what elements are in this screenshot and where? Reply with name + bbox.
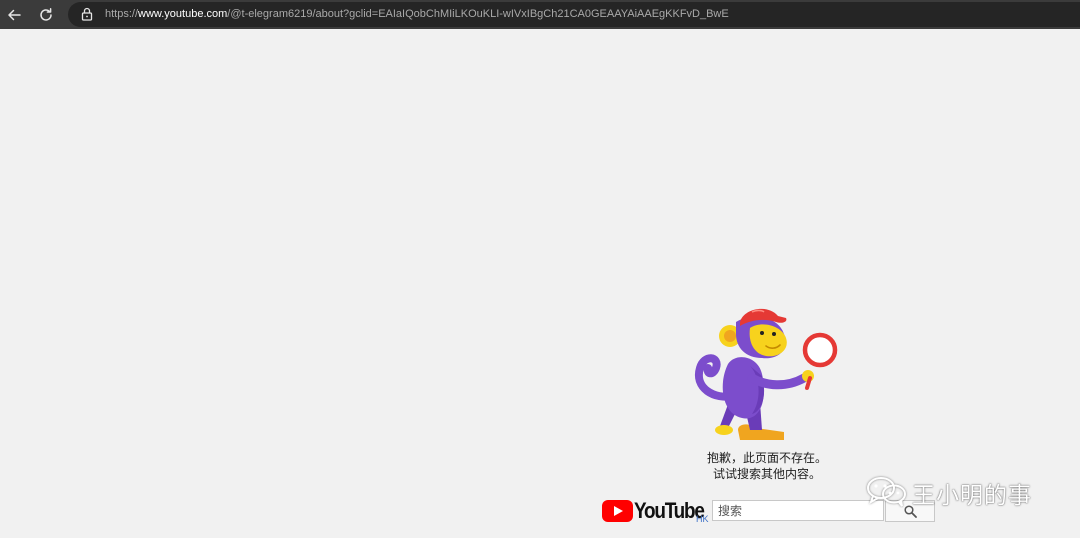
- region-label: HK: [696, 514, 709, 524]
- reload-button[interactable]: [35, 4, 57, 25]
- lock-icon: [81, 7, 93, 21]
- browser-toolbar: https://www.youtube.com/@t-elegram6219/a…: [0, 0, 1080, 29]
- reload-icon: [40, 7, 52, 21]
- address-bar[interactable]: https://www.youtube.com/@t-elegram6219/a…: [68, 2, 1080, 27]
- monkey-magnifier-illustration: [694, 308, 838, 440]
- wechat-icon: [867, 477, 906, 507]
- error-message: 抱歉，此页面不存在。 试试搜索其他内容。: [684, 450, 850, 482]
- url-scheme: https://: [105, 8, 139, 20]
- url-path: /@t-elegram6219/about?gclid=EAIaIQobChMI…: [227, 8, 729, 20]
- error-line-1: 抱歉，此页面不存在。: [706, 451, 827, 465]
- error-line-2: 试试搜索其他内容。: [712, 467, 821, 481]
- url-host: www.youtube.com: [138, 8, 228, 20]
- search-input[interactable]: [712, 500, 884, 521]
- watermark-text: 王小明的事: [912, 483, 1032, 509]
- arrow-left-icon: [8, 9, 21, 20]
- back-button[interactable]: [3, 4, 25, 25]
- url-text[interactable]: https://www.youtube.com/@t-elegram6219/a…: [105, 2, 729, 27]
- youtube-logo-icon[interactable]: [602, 500, 633, 522]
- youtube-logo-text[interactable]: YouTube: [634, 498, 705, 524]
